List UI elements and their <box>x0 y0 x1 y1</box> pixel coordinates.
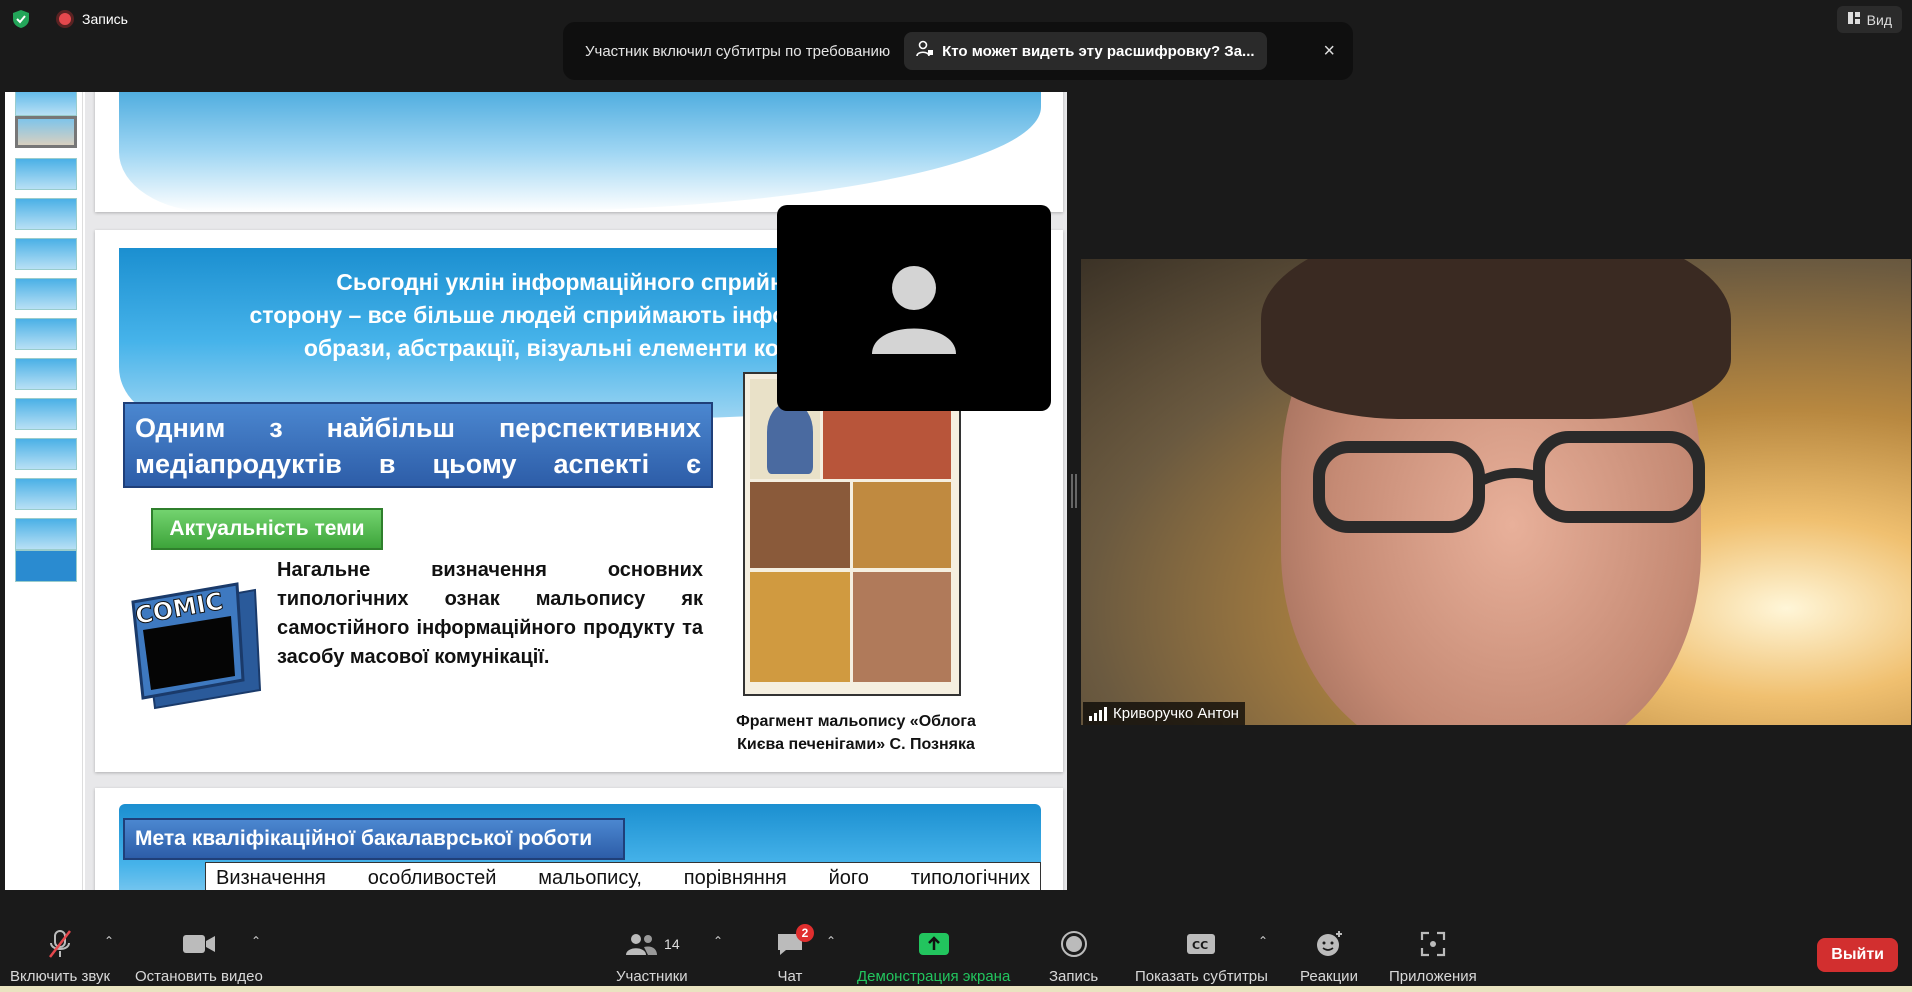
show-captions-label: Показать субтитры <box>1135 968 1268 985</box>
comic-panel <box>750 572 850 682</box>
goal-heading: Мета кваліфікаційної бакалаврської робот… <box>123 818 625 860</box>
speaker-glasses <box>1313 431 1705 533</box>
chevron-up-icon[interactable]: ⌃ <box>1258 934 1268 948</box>
share-screen-button[interactable]: Демонстрация экрана <box>857 928 1010 985</box>
caption-line: Києва печенігами» С. Позняка <box>737 736 975 753</box>
reactions-label: Реакции <box>1300 968 1358 985</box>
close-icon[interactable]: × <box>1323 40 1335 63</box>
chevron-up-icon[interactable]: ⌃ <box>713 934 723 948</box>
user-avatar-icon <box>872 266 956 354</box>
slide-thumbnail[interactable] <box>15 238 77 270</box>
chevron-up-icon[interactable]: ⌃ <box>104 934 114 948</box>
top-status-bar: Запись <box>10 8 128 30</box>
slide-thumbnail-selected[interactable] <box>15 116 77 148</box>
meeting-toolbar: Включить звук ⌃ Остановить видео ⌃ 14 Уч… <box>0 908 1912 992</box>
speaker-video[interactable]: Криворучко Антон <box>1081 259 1911 725</box>
apps-icon <box>1420 928 1446 960</box>
chevron-up-icon[interactable]: ⌃ <box>251 934 261 948</box>
slide-wave-decoration <box>119 92 1041 212</box>
slide-thumbnails-panel <box>5 92 83 890</box>
chevron-up-icon[interactable]: ⌃ <box>826 934 836 948</box>
highlight-line: Одним з найбільш перспективних <box>135 413 701 443</box>
shield-icon[interactable] <box>10 8 32 30</box>
comic-panel <box>853 572 951 682</box>
banner-message: Участник включил субтитры по требованию <box>585 42 891 60</box>
record-icon <box>1060 928 1088 960</box>
slide-body-text: Нагальне визначення основних типологічни… <box>277 559 703 668</box>
participant-name: Криворучко Антон <box>1113 705 1239 722</box>
stop-video-label: Остановить видео <box>135 968 263 985</box>
comic-panel <box>750 482 850 568</box>
chat-label: Чат <box>777 968 803 985</box>
view-layout-icon <box>1847 11 1861 28</box>
split-view-resize-handle[interactable] <box>1071 474 1077 508</box>
slide-thumbnail[interactable] <box>15 550 77 582</box>
slide-thumbnail[interactable] <box>15 478 77 510</box>
chat-unread-badge: 2 <box>796 924 814 942</box>
closed-captions-icon: CC <box>1186 928 1216 960</box>
stop-video-button[interactable]: Остановить видео <box>135 928 263 985</box>
unmute-button[interactable]: Включить звук <box>10 928 110 985</box>
slide-thumbnail[interactable] <box>15 198 77 230</box>
slide-thumbnail[interactable] <box>15 358 77 390</box>
share-screen-label: Демонстрация экрана <box>857 968 1011 985</box>
recording-indicator[interactable]: Запись <box>56 10 128 28</box>
caption-line: Фрагмент мальопису «Облога <box>736 713 976 730</box>
record-dot-icon <box>56 10 74 28</box>
apps-button[interactable]: Приложения <box>1389 928 1477 985</box>
leave-meeting-button[interactable]: Выйти <box>1817 938 1898 972</box>
topic-relevance-label: Актуальність теми <box>151 508 383 550</box>
reactions-button[interactable]: Реакции <box>1300 928 1358 985</box>
record-button[interactable]: Запись <box>1049 928 1098 985</box>
chat-button[interactable]: 2 Чат <box>776 924 814 985</box>
comic-panel-figure <box>767 404 813 474</box>
video-camera-icon <box>182 928 216 960</box>
captions-notification-banner: Участник включил субтитры по требованию … <box>563 22 1353 80</box>
view-label: Вид <box>1866 11 1892 28</box>
slide-thumbnail[interactable] <box>15 278 77 310</box>
participants-count: 14 <box>664 936 680 952</box>
slide-thumbnail[interactable] <box>15 398 77 430</box>
image-caption: Фрагмент мальопису «Облога Києва печеніг… <box>711 710 1001 756</box>
view-button[interactable]: Вид <box>1836 6 1902 33</box>
apps-label: Приложения <box>1389 968 1477 985</box>
slide-thumbnail[interactable] <box>15 158 77 190</box>
participants-button[interactable]: 14 Участники <box>616 928 688 985</box>
share-screen-icon <box>918 928 950 960</box>
participants-icon: 14 <box>624 928 680 960</box>
shared-screen[interactable]: Сьогодні уклін інформаційного сприйняття… <box>5 92 1067 890</box>
goal-text: Визначення особливостей мальопису, порів… <box>205 862 1041 890</box>
zoom-meeting-window: Запись Вид Участник включил субтитры по … <box>0 0 1912 992</box>
svg-text:CC: CC <box>1192 939 1208 952</box>
muted-microphone-icon <box>46 928 74 960</box>
record-label: Запись <box>1049 968 1099 985</box>
person-lock-icon <box>916 40 934 62</box>
speaker-hair <box>1261 259 1731 419</box>
participants-label: Участники <box>616 968 688 985</box>
slide-next: Мета кваліфікаційної бакалаврської робот… <box>95 788 1063 890</box>
chat-bubble-icon: 2 <box>776 924 814 960</box>
bottom-edge-strip <box>0 986 1912 992</box>
comic-panel <box>853 482 951 568</box>
slide-previous <box>95 92 1063 212</box>
slide-thumbnail[interactable] <box>15 92 77 116</box>
comic-page-image <box>743 372 961 696</box>
unmute-label: Включить звук <box>10 968 111 985</box>
slide-thumbnail[interactable] <box>15 438 77 470</box>
participant-tile-no-video[interactable] <box>777 205 1051 411</box>
recording-label: Запись <box>82 11 128 27</box>
show-captions-button[interactable]: CC Показать субтитры <box>1135 928 1268 985</box>
smiley-plus-icon <box>1315 928 1343 960</box>
slide-thumbnail[interactable] <box>15 518 77 550</box>
highlight-box: Одним з найбільш перспективних медіапрод… <box>123 402 713 515</box>
transcript-visibility-label: Кто может видеть эту расшифровку? За... <box>942 42 1255 60</box>
slide-thumbnail[interactable] <box>15 318 77 350</box>
transcript-visibility-button[interactable]: Кто может видеть эту расшифровку? За... <box>904 32 1267 70</box>
participant-name-tag: Криворучко Антон <box>1083 702 1245 725</box>
comic-logo-icon: COMIC <box>131 582 262 710</box>
signal-strength-icon <box>1089 706 1107 721</box>
